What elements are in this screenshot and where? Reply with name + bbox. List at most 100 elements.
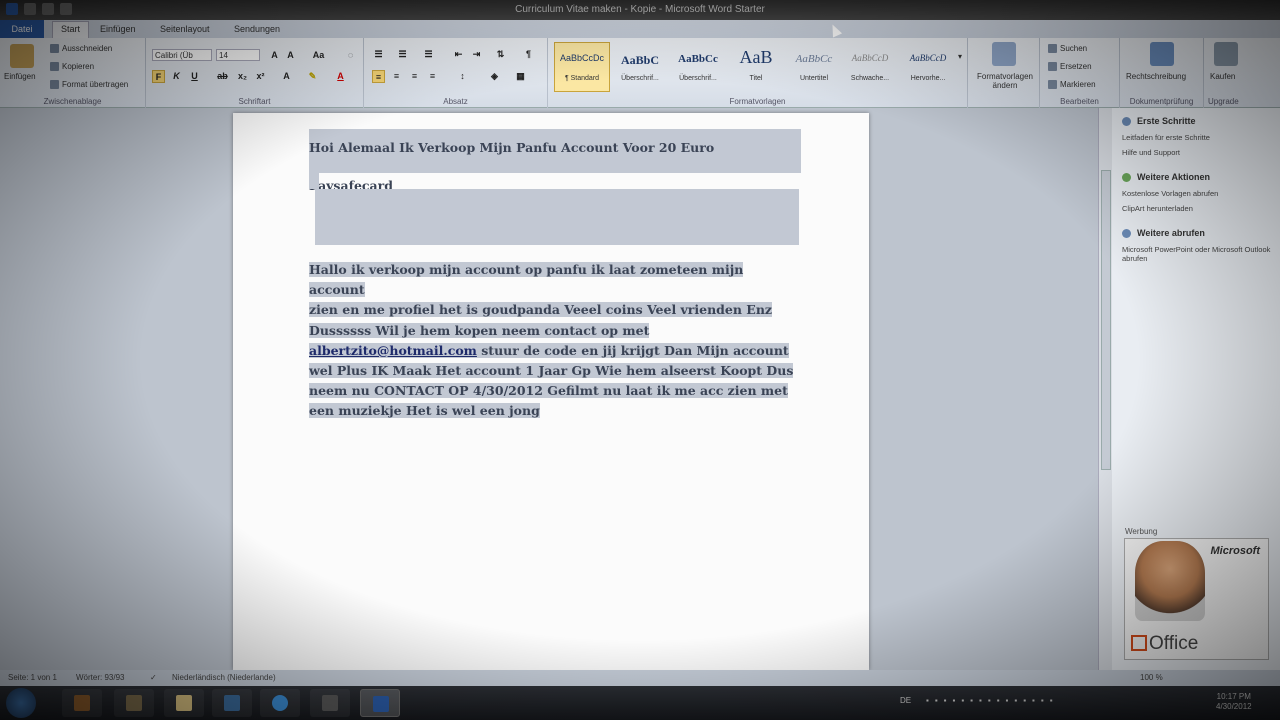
style-standard[interactable]: AaBbCcDc ¶ Standard bbox=[554, 42, 610, 92]
proofing-group: Rechtschreibung Dokumentprüfung bbox=[1120, 38, 1204, 108]
ppt-outlook-link[interactable]: Microsoft PowerPoint oder Microsoft Outl… bbox=[1122, 245, 1272, 263]
paste-button[interactable]: Einfügen bbox=[4, 72, 36, 81]
style-heading2[interactable]: AaBbCc Überschrif... bbox=[670, 42, 726, 92]
style-subtle[interactable]: AaBbCcD Schwache... bbox=[842, 42, 898, 92]
font-name-select[interactable]: Calibri (Üb bbox=[152, 49, 212, 61]
document-body[interactable]: Hallo ik verkoop mijn account op panfu i… bbox=[309, 260, 799, 422]
taskbar-app[interactable] bbox=[114, 689, 154, 717]
increase-indent-icon[interactable]: ⇥ bbox=[470, 48, 483, 61]
document-heading[interactable]: Hoi Alemaal Ik Verkoop Mijn Panfu Accoun… bbox=[309, 129, 801, 193]
body-line: neem nu CONTACT OP 4/30/2012 Gefilmt nu … bbox=[309, 383, 788, 399]
numbering-icon[interactable]: ☰ bbox=[396, 48, 409, 61]
tab-file[interactable]: Datei bbox=[0, 20, 44, 38]
taskbar-monitor[interactable] bbox=[212, 689, 252, 717]
styles-scroll-icon[interactable]: ▾ bbox=[958, 52, 962, 61]
multilevel-list-icon[interactable]: ☰ bbox=[422, 48, 435, 61]
spelling-icon[interactable] bbox=[1150, 42, 1174, 66]
replace-button[interactable]: Ersetzen bbox=[1048, 62, 1092, 72]
bold-button[interactable]: F bbox=[152, 70, 165, 83]
free-templates-link[interactable]: Kostenlose Vorlagen abrufen bbox=[1122, 189, 1272, 198]
clock[interactable]: 10:17 PM 4/30/2012 bbox=[1216, 692, 1252, 712]
task-pane: Erste Schritte Leitfaden für erste Schri… bbox=[1112, 108, 1280, 670]
help-link[interactable]: Hilfe und Support bbox=[1122, 148, 1272, 157]
taskbar-ie[interactable] bbox=[260, 689, 300, 717]
pilcrow-icon[interactable]: ¶ bbox=[522, 48, 535, 61]
select-button[interactable]: Markieren bbox=[1048, 80, 1096, 90]
tab-start[interactable]: Start bbox=[52, 21, 90, 38]
page-count[interactable]: Seite: 1 von 1 bbox=[8, 673, 57, 682]
superscript-button[interactable]: x² bbox=[254, 70, 267, 83]
style-emphasis[interactable]: AaBbCcD Hervorhe... bbox=[900, 42, 956, 92]
style-subtitle[interactable]: AaBbCc Untertitel bbox=[786, 42, 842, 92]
clipart-link[interactable]: ClipArt herunterladen bbox=[1122, 204, 1272, 213]
editing-group: Suchen Ersetzen Markieren Bearbeiten bbox=[1040, 38, 1120, 108]
font-group: Calibri (Üb 14 A A Aa ◌ F K U ab x₂ x² A… bbox=[146, 38, 364, 108]
taskbar: DE ▪▪▪▪▪▪▪▪▪▪▪▪▪▪▪ 10:17 PM 4/30/2012 bbox=[0, 686, 1280, 720]
change-styles-icon[interactable] bbox=[992, 42, 1016, 66]
taskbar-explorer[interactable] bbox=[164, 689, 204, 717]
decrease-indent-icon[interactable]: ⇤ bbox=[452, 48, 465, 61]
spelling-button[interactable]: Rechtschreibung bbox=[1126, 72, 1186, 81]
office-advertisement[interactable]: Microsoft Office bbox=[1124, 538, 1269, 660]
borders-icon[interactable]: ▦ bbox=[514, 70, 527, 83]
taskbar-word[interactable] bbox=[360, 689, 400, 717]
subscript-button[interactable]: x₂ bbox=[236, 70, 249, 83]
cut-button[interactable]: Ausschneiden bbox=[50, 44, 112, 54]
taskbar-app2[interactable] bbox=[310, 689, 350, 717]
start-button[interactable] bbox=[6, 688, 36, 718]
selection-block bbox=[309, 173, 319, 189]
taskbar-media-player[interactable] bbox=[62, 689, 102, 717]
zoom-level[interactable]: 100 % bbox=[1140, 673, 1163, 682]
shading-icon[interactable]: ◈ bbox=[488, 70, 501, 83]
format-painter-button[interactable]: Format übertragen bbox=[50, 80, 128, 90]
copy-button[interactable]: Kopieren bbox=[50, 62, 94, 72]
tab-insert[interactable]: Einfügen bbox=[100, 24, 136, 34]
language-indicator[interactable]: DE bbox=[900, 696, 911, 705]
ad-photo bbox=[1135, 541, 1205, 621]
document-page[interactable]: Hoi Alemaal Ik Verkoop Mijn Panfu Accoun… bbox=[233, 113, 869, 670]
email-link[interactable]: albertzito@hotmail.com bbox=[309, 342, 477, 358]
upgrade-group: Kaufen Upgrade bbox=[1204, 38, 1280, 108]
font-size-select[interactable]: 14 bbox=[216, 49, 260, 61]
ribbon-tabs: Datei Start Einfügen Seitenlayout Sendun… bbox=[0, 20, 1280, 38]
sort-icon[interactable]: ⇅ bbox=[494, 48, 507, 61]
selection-block bbox=[315, 189, 799, 245]
cart-icon[interactable] bbox=[1214, 42, 1238, 66]
align-left-icon[interactable]: ≡ bbox=[372, 70, 385, 83]
word-count[interactable]: Wörter: 93/93 bbox=[76, 673, 124, 682]
tray-icons[interactable]: ▪▪▪▪▪▪▪▪▪▪▪▪▪▪▪ bbox=[926, 696, 1059, 705]
highlight-icon[interactable]: ✎ bbox=[306, 70, 319, 83]
find-button[interactable]: Suchen bbox=[1048, 44, 1087, 54]
app2-icon bbox=[322, 695, 338, 711]
underline-button[interactable]: U bbox=[188, 70, 201, 83]
justify-icon[interactable]: ≡ bbox=[426, 70, 439, 83]
line-spacing-icon[interactable]: ↕ bbox=[456, 70, 469, 83]
strikethrough-button[interactable]: ab bbox=[216, 70, 229, 83]
style-name: Hervorhe... bbox=[910, 75, 946, 82]
shrink-font-button[interactable]: A bbox=[284, 49, 297, 62]
buy-button[interactable]: Kaufen bbox=[1210, 72, 1235, 81]
text-effects-icon[interactable]: A bbox=[280, 70, 293, 83]
italic-button[interactable]: K bbox=[170, 70, 183, 83]
language-status[interactable]: Niederländisch (Niederlande) bbox=[172, 673, 276, 682]
change-case-button[interactable]: Aa bbox=[312, 49, 325, 62]
style-heading1[interactable]: AaBbC Überschrif... bbox=[612, 42, 668, 92]
paragraph-group: ☰ ☰ ☰ ⇤ ⇥ ⇅ ¶ ≡ ≡ ≡ ≡ ↕ ◈ ▦ Absatz bbox=[364, 38, 548, 108]
vertical-scrollbar[interactable] bbox=[1098, 108, 1112, 670]
clear-format-icon[interactable]: ◌ bbox=[344, 49, 357, 62]
clipboard-group: Einfügen Ausschneiden Kopieren Format üb… bbox=[0, 38, 146, 108]
bullets-icon[interactable]: ☰ bbox=[372, 48, 385, 61]
style-title[interactable]: AaB Titel bbox=[728, 42, 784, 92]
font-color-icon[interactable]: A bbox=[334, 70, 347, 83]
tab-page-layout[interactable]: Seitenlayout bbox=[160, 24, 210, 34]
grow-font-button[interactable]: A bbox=[268, 49, 281, 62]
align-right-icon[interactable]: ≡ bbox=[408, 70, 421, 83]
body-line: Dussssss Wil je hem kopen neem contact o… bbox=[309, 322, 650, 338]
paste-icon[interactable] bbox=[10, 44, 34, 68]
scrollbar-thumb[interactable] bbox=[1101, 170, 1111, 470]
tab-mailings[interactable]: Sendungen bbox=[234, 24, 280, 34]
change-styles-button[interactable]: Formatvorlagen ändern bbox=[972, 72, 1038, 90]
align-center-icon[interactable]: ≡ bbox=[390, 70, 403, 83]
guide-link[interactable]: Leitfaden für erste Schritte bbox=[1122, 133, 1272, 142]
proofing-status-icon[interactable]: ✓ bbox=[150, 673, 157, 682]
